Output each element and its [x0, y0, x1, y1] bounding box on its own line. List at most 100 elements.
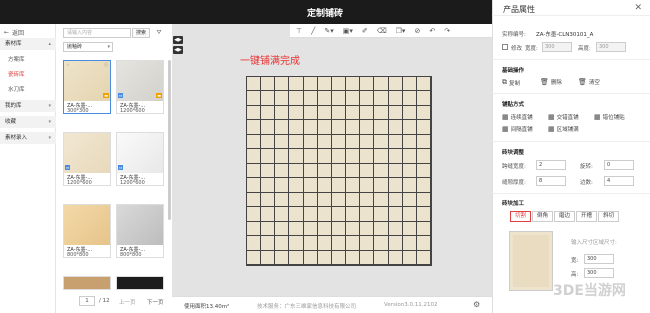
- height-input[interactable]: 300: [596, 42, 626, 52]
- floor-tile[interactable]: [346, 134, 361, 150]
- floor-tile[interactable]: [374, 236, 389, 251]
- floor-tile[interactable]: [317, 178, 332, 193]
- floor-tile[interactable]: [261, 207, 276, 222]
- floor-tile[interactable]: [275, 149, 290, 164]
- floor-tile[interactable]: [275, 120, 290, 135]
- floor-tile[interactable]: [247, 134, 262, 150]
- floor-tile[interactable]: [388, 207, 403, 222]
- floor-tile[interactable]: [346, 105, 361, 121]
- floor-tile[interactable]: [374, 91, 389, 106]
- floor-tile[interactable]: [331, 105, 347, 121]
- floor-tile[interactable]: [303, 221, 318, 237]
- search-input[interactable]: 请输入内容: [63, 28, 131, 38]
- floor-tile[interactable]: [247, 236, 262, 251]
- floor-tile[interactable]: [303, 149, 318, 164]
- floor-tile[interactable]: [303, 192, 318, 208]
- material-scrollbar[interactable]: [168, 60, 171, 220]
- floor-tile[interactable]: [416, 149, 431, 164]
- floor-tile[interactable]: [374, 178, 389, 193]
- floor-tile[interactable]: [261, 178, 276, 193]
- floor-tile[interactable]: [247, 178, 262, 193]
- nav-group-material-library[interactable]: 素材库 ▴: [0, 38, 56, 50]
- floor-tile[interactable]: [360, 77, 375, 92]
- floor-tile[interactable]: [331, 207, 347, 222]
- floor-tile[interactable]: [346, 250, 361, 265]
- layout-spaced[interactable]: ▦ 间隔直铺: [502, 125, 533, 133]
- floor-tile[interactable]: [275, 163, 290, 179]
- floor-tile[interactable]: [331, 134, 347, 150]
- floor-tile[interactable]: [346, 163, 361, 179]
- floor-tile[interactable]: [360, 149, 375, 164]
- floor-tile[interactable]: [275, 134, 290, 150]
- close-icon[interactable]: ✕: [634, 3, 642, 13]
- floor-tile[interactable]: [289, 149, 304, 164]
- floor-tile[interactable]: [303, 77, 318, 92]
- tile-card[interactable]: ⇔ ZA-东墨-... 1200*600: [116, 132, 164, 186]
- layout-staggered[interactable]: ▦ 交错直铺: [548, 113, 579, 121]
- floor-tile[interactable]: [261, 192, 276, 208]
- floor-tile[interactable]: [346, 207, 361, 222]
- floor-tile[interactable]: [374, 163, 389, 179]
- floor-tile[interactable]: [247, 221, 262, 237]
- floor-tile[interactable]: [289, 163, 304, 179]
- floor-tile[interactable]: [289, 192, 304, 208]
- floor-tile[interactable]: [388, 236, 403, 251]
- floor-tile[interactable]: [416, 91, 431, 106]
- floor-tile[interactable]: [374, 77, 389, 92]
- nav-item-plan-library[interactable]: 方案库: [0, 54, 56, 66]
- floor-tile[interactable]: [303, 91, 318, 106]
- floor-tile[interactable]: [317, 207, 332, 222]
- floor-tile[interactable]: [303, 163, 318, 179]
- floor-tile[interactable]: [331, 178, 347, 193]
- floor-tile[interactable]: [289, 178, 304, 193]
- floor-tile[interactable]: [275, 77, 290, 92]
- floor-tile[interactable]: [388, 163, 403, 179]
- floor-tile[interactable]: [360, 250, 375, 265]
- floor-tile[interactable]: [402, 163, 417, 179]
- floor-tile[interactable]: [247, 77, 262, 92]
- layout-fill-area[interactable]: ▦ 区域铺满: [548, 125, 579, 133]
- floor-tile[interactable]: [416, 77, 431, 92]
- floor-tile[interactable]: [331, 120, 347, 135]
- floor-tile[interactable]: [247, 207, 262, 222]
- back-button[interactable]: ← 返回: [4, 28, 24, 37]
- floor-tile[interactable]: [416, 236, 431, 251]
- floor-tile[interactable]: [275, 250, 290, 265]
- tile-card[interactable]: [116, 276, 164, 290]
- floor-tile[interactable]: [416, 120, 431, 135]
- gap-thickness-input[interactable]: 8: [536, 176, 566, 186]
- floor-tile[interactable]: [374, 134, 389, 150]
- brush-tool-icon[interactable]: ✐: [362, 27, 368, 35]
- floor-tile[interactable]: [331, 250, 347, 265]
- tile-card[interactable]: ☆ ⓘ ▬ ZA-东墨-... 300*300: [63, 60, 111, 114]
- page-input[interactable]: 1: [79, 296, 95, 306]
- floor-tile[interactable]: [346, 120, 361, 135]
- floor-tile[interactable]: [331, 163, 347, 179]
- floor-tile[interactable]: [261, 120, 276, 135]
- prev-page-button[interactable]: 上一页: [119, 298, 136, 306]
- floor-tile[interactable]: [402, 250, 417, 265]
- floor-tile[interactable]: [346, 149, 361, 164]
- floor-tile[interactable]: [360, 120, 375, 135]
- floor-tile[interactable]: [317, 163, 332, 179]
- floor-tile[interactable]: [388, 91, 403, 106]
- nav-group-my-library[interactable]: 我的库 ▾: [0, 100, 56, 112]
- floor-tile[interactable]: [402, 134, 417, 150]
- info-icon[interactable]: ⓘ: [103, 62, 109, 68]
- floor-tile[interactable]: [388, 221, 403, 237]
- floor-tile[interactable]: [261, 105, 276, 121]
- tile-card[interactable]: ⇔ ZA-东墨-... 1200*600: [63, 132, 111, 186]
- delete-button[interactable]: 🗑 删除: [540, 78, 562, 86]
- tab-chamfer[interactable]: 倒角: [532, 211, 554, 222]
- star-icon[interactable]: ☆: [65, 62, 71, 67]
- floor-tile[interactable]: [275, 221, 290, 237]
- layout-continuous[interactable]: ▦ 连续直铺: [502, 113, 533, 121]
- floor-tile[interactable]: [331, 236, 347, 251]
- floor-tile[interactable]: [388, 120, 403, 135]
- floor-tile[interactable]: [388, 178, 403, 193]
- floor-tile[interactable]: [374, 250, 389, 265]
- nav-group-material-entry[interactable]: 素材录入 ▾: [0, 132, 56, 144]
- floor-tile[interactable]: [416, 192, 431, 208]
- floor-tile[interactable]: [402, 91, 417, 106]
- floor-tile[interactable]: [317, 77, 332, 92]
